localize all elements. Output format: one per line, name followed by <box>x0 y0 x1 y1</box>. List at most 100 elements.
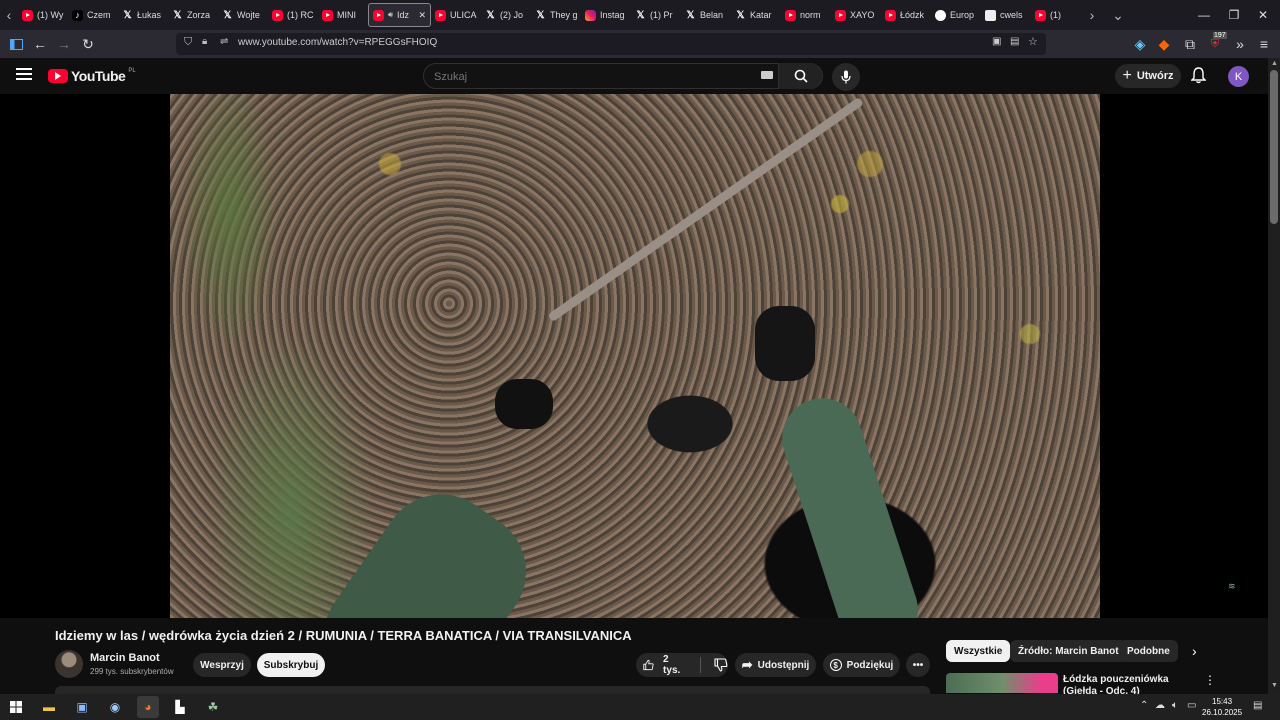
browser-tab[interactable]: 𝕏 They g <box>531 3 581 27</box>
youtube-play-icon <box>48 69 68 83</box>
computer-app-icon[interactable]: ▣ <box>73 698 91 716</box>
steam-icon[interactable]: ◉ <box>106 698 124 716</box>
extension-shield-icon[interactable]: ◈ <box>1130 34 1150 54</box>
search-box[interactable] <box>423 63 823 89</box>
browser-tab[interactable]: cwels <box>981 3 1031 27</box>
recommended-title[interactable]: Łódzka pouczeniówka (Giełda - Odc. 4) <box>1063 674 1203 694</box>
browser-tab[interactable]: 𝕏 Łukas <box>118 3 168 27</box>
video-frame[interactable] <box>170 94 1100 618</box>
page-scrollbar[interactable]: ▲ ▼ <box>1268 58 1280 694</box>
browser-tab[interactable]: ♪ Czem <box>68 3 118 27</box>
browser-tab[interactable]: ULICA <box>431 3 481 27</box>
reload-icon[interactable]: ↻ <box>78 34 98 54</box>
share-button[interactable]: ➦ Udostępnij <box>735 653 816 677</box>
browser-tab[interactable]: (1) <box>1031 3 1081 27</box>
url-text[interactable]: www.youtube.com/watch?v=RPEGGsFHOIQ <box>238 37 437 48</box>
filter-chip[interactable]: Źródło: Marcin Banot <box>1010 640 1127 662</box>
browser-tab[interactable]: 𝕏 (1) Pr <box>631 3 681 27</box>
overflow-menu-icon[interactable]: » <box>1230 34 1250 54</box>
notifications-bell-icon[interactable] <box>1190 67 1207 89</box>
notifications-center-icon[interactable]: ▤ <box>1253 700 1262 711</box>
recommended-thumbnail[interactable] <box>946 673 1058 693</box>
extensions-puzzle-icon[interactable]: ⧉ <box>1180 34 1200 54</box>
keyboard-icon[interactable] <box>761 71 773 79</box>
scroll-down-icon[interactable]: ▼ <box>1271 682 1278 689</box>
filter-chip[interactable]: Wszystkie <box>946 640 1011 662</box>
microphone-icon <box>841 70 851 84</box>
windows-start-icon[interactable] <box>7 698 25 716</box>
bookmark-star-icon[interactable]: ☆ <box>1028 35 1038 48</box>
shield-icon[interactable]: ⛉ <box>184 36 192 49</box>
browser-tab[interactable]: (1) RC <box>268 3 318 27</box>
like-button[interactable]: 2 tys. <box>643 654 683 676</box>
account-avatar[interactable]: K <box>1228 66 1249 87</box>
guide-menu-icon[interactable] <box>16 67 32 81</box>
browser-tab[interactable]: (1) Wy <box>18 3 68 27</box>
thanks-button[interactable]: $ Podziękuj <box>823 653 900 677</box>
create-button[interactable]: + Utwórz <box>1115 64 1181 88</box>
tab-list-dropdown-icon[interactable]: ⌄ <box>1109 0 1127 30</box>
browser-tab[interactable]: 𝕏 Zorza <box>168 3 218 27</box>
app-menu-icon[interactable]: ≡ <box>1254 34 1274 54</box>
picture-in-picture-icon[interactable]: ▣ <box>992 36 1001 47</box>
tab-scroll-right-icon[interactable]: › <box>1083 0 1101 30</box>
tray-expand-icon[interactable]: ⌃ <box>1140 700 1148 711</box>
scroll-up-icon[interactable]: ▲ <box>1271 60 1278 67</box>
youtube-logo-text: YouTube <box>71 68 126 84</box>
support-button[interactable]: Wesprzyj <box>193 653 251 677</box>
audio-playing-icon[interactable]: 🔊︎ <box>388 10 393 20</box>
minimize-icon[interactable]: — <box>1187 0 1221 30</box>
browser-tab[interactable]: Europ <box>931 3 981 27</box>
permissions-icon[interactable]: ⇌ <box>220 36 228 47</box>
address-bar[interactable]: ⛉ 🔒︎ ⇌ www.youtube.com/watch?v=RPEGGsFHO… <box>176 33 1046 55</box>
plus-icon: + <box>1122 67 1132 84</box>
channel-watermark-icon[interactable]: ≋ <box>1228 581 1250 593</box>
channel-name[interactable]: Marcin Banot <box>90 652 160 664</box>
browser-tab[interactable]: 𝕏 Wojte <box>218 3 268 27</box>
region-code: PL <box>128 68 136 74</box>
reader-view-icon[interactable]: ▤ <box>1010 36 1019 47</box>
file-explorer-icon[interactable]: ▬ <box>40 698 58 716</box>
voice-search-button[interactable] <box>832 63 860 91</box>
search-button[interactable] <box>778 63 822 89</box>
chips-next-icon[interactable]: › <box>1192 643 1197 659</box>
browser-tab[interactable]: 𝕏 Belan <box>681 3 731 27</box>
onedrive-icon[interactable]: ☁ <box>1155 700 1165 711</box>
scrollbar-thumb[interactable] <box>1270 70 1278 224</box>
extension-fox-icon[interactable]: ◆ <box>1154 34 1174 54</box>
channel-avatar[interactable] <box>55 650 83 678</box>
browser-tab[interactable]: norm <box>781 3 831 27</box>
network-icon[interactable]: ▭ <box>1187 700 1196 711</box>
lock-icon[interactable]: 🔒︎ <box>202 36 207 47</box>
ublock-icon[interactable]: ⛨ 197 <box>1205 32 1227 54</box>
browser-tab[interactable]: XAYO <box>831 3 881 27</box>
close-tab-icon[interactable]: ✕ <box>418 10 426 21</box>
browser-tab[interactable]: 𝕏 (2) Jo <box>481 3 531 27</box>
dislike-button[interactable] <box>714 658 728 672</box>
browser-tab-label: Wojte <box>237 10 260 20</box>
youtube-logo[interactable]: YouTube PL <box>48 68 136 84</box>
recommended-menu-icon[interactable]: ⋮ <box>1204 673 1216 687</box>
browser-tab[interactable]: Łódzk <box>881 3 931 27</box>
forward-icon[interactable]: → <box>54 34 74 54</box>
browser-tab-label: XAYO <box>850 10 875 20</box>
firefox-icon[interactable]: ◕ <box>137 696 159 718</box>
browser-tab[interactable]: 𝕏 Katar <box>731 3 781 27</box>
more-actions-icon[interactable]: ••• <box>906 653 930 677</box>
tab-scroll-left-icon[interactable]: ‹ <box>0 0 18 30</box>
sidebar-toggle-icon[interactable] <box>6 34 26 54</box>
description-box[interactable] <box>55 686 930 694</box>
subscribe-button[interactable]: Subskrybuj <box>257 653 325 677</box>
game-app-icon[interactable]: ☘ <box>204 698 222 716</box>
video-player[interactable]: ≋ <box>0 94 1268 618</box>
browser-tab[interactable]: Instag <box>581 3 631 27</box>
tasks-app-icon[interactable]: ▙ <box>171 698 189 716</box>
close-window-icon[interactable]: ✕ <box>1246 0 1280 30</box>
system-clock[interactable]: 15:43 26.10.2025 <box>1202 696 1242 718</box>
browser-tab[interactable]: 🔊︎ Idz ✕ <box>368 3 431 27</box>
back-icon[interactable]: ← <box>30 34 50 54</box>
filter-chip[interactable]: Podobne <box>1119 640 1178 662</box>
search-input[interactable] <box>434 69 754 85</box>
browser-tab[interactable]: MINI <box>318 3 368 27</box>
volume-icon[interactable]: 🔈︎ <box>1172 700 1178 711</box>
